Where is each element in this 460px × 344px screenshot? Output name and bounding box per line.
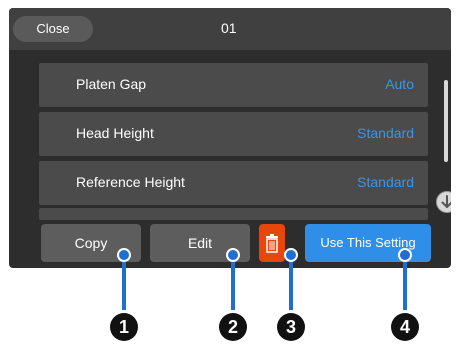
setting-label: Reference Height — [76, 174, 185, 190]
setting-value: Standard — [357, 174, 414, 190]
callout-badge-1: 1 — [110, 313, 138, 341]
scrollbar[interactable] — [444, 80, 448, 162]
title-bar: Close 01 — [9, 8, 451, 50]
down-arrow-circle-icon — [441, 195, 451, 208]
delete-button[interactable] — [259, 224, 285, 262]
callout-line-4 — [403, 254, 407, 310]
callout-badge-2: 2 — [219, 313, 247, 341]
callout-line-2 — [231, 254, 235, 310]
trash-icon — [266, 234, 278, 253]
setting-row-partial[interactable] — [39, 208, 428, 220]
callout-dot-2 — [226, 248, 240, 262]
setting-row-head-height[interactable]: Head Height Standard — [39, 112, 428, 156]
callout-line-1 — [122, 254, 126, 310]
device-screen: Close 01 Platen Gap Auto Head Height Sta… — [9, 8, 451, 268]
callout-dot-1 — [117, 248, 131, 262]
screen-title: 01 — [221, 20, 237, 36]
callout-line-3 — [289, 254, 293, 310]
callout-dot-4 — [398, 248, 412, 262]
setting-value: Standard — [357, 125, 414, 141]
setting-label: Platen Gap — [76, 76, 147, 92]
setting-row-reference-height[interactable]: Reference Height Standard — [39, 161, 428, 205]
close-button[interactable]: Close — [13, 16, 93, 42]
scroll-down-button[interactable] — [436, 191, 451, 213]
setting-label: Head Height — [76, 125, 154, 141]
callout-dot-3 — [284, 248, 298, 262]
callout-badge-4: 4 — [391, 313, 419, 341]
callout-badge-3: 3 — [277, 313, 305, 341]
use-this-setting-button[interactable]: Use This Setting — [305, 224, 431, 262]
setting-row-platen-gap[interactable]: Platen Gap Auto — [39, 63, 428, 107]
setting-value: Auto — [385, 76, 414, 92]
